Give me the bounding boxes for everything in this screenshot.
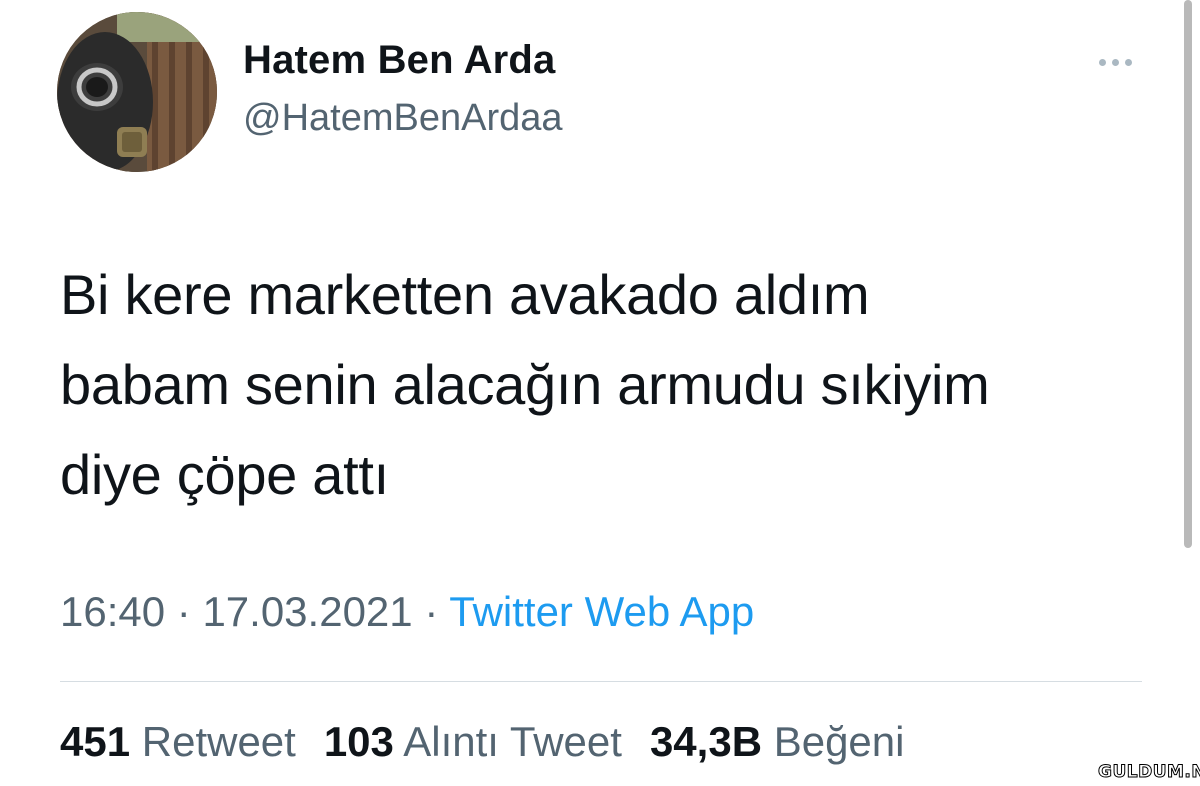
meta-separator: · [165, 588, 203, 635]
more-horizontal-icon [1098, 58, 1106, 66]
tweet-time[interactable]: 16:40 [60, 588, 165, 635]
quotes-label: Alıntı Tweet [403, 718, 622, 765]
more-options-button[interactable] [1090, 44, 1140, 80]
tweet-text-line: babam senin alacağın armudu sıkiyim [60, 353, 990, 416]
tweet-source-link[interactable]: Twitter Web App [449, 588, 754, 635]
tweet-text: Bi kere marketten avakado aldım babam se… [60, 250, 1160, 520]
tweet-text-line: Bi kere marketten avakado aldım [60, 263, 870, 326]
scrollbar[interactable] [1184, 0, 1192, 548]
retweets-stat[interactable]: 451 Retweet [60, 718, 296, 766]
more-horizontal-icon-dot [1111, 58, 1119, 66]
tweet-stats: 451 Retweet 103 Alıntı Tweet 34,3B Beğen… [60, 718, 904, 766]
likes-label: Beğeni [773, 718, 905, 765]
retweets-label: Retweet [141, 718, 296, 765]
tweet-text-line: diye çöpe attı [60, 443, 389, 506]
avatar-image [57, 12, 217, 172]
quotes-count: 103 [323, 718, 394, 765]
retweets-count: 451 [60, 718, 131, 765]
meta-separator: · [412, 588, 450, 635]
divider [60, 681, 1142, 682]
tweet-detail: Hatem Ben Arda @HatemBenArdaa Bi kere ma… [0, 0, 1200, 786]
likes-stat[interactable]: 34,3B Beğeni [650, 718, 905, 766]
display-name[interactable]: Hatem Ben Arda [243, 38, 556, 83]
quotes-stat[interactable]: 103 Alıntı Tweet [324, 718, 622, 766]
tweet-date[interactable]: 17.03.2021 [202, 588, 412, 635]
user-handle[interactable]: @HatemBenArdaa [243, 97, 563, 140]
more-horizontal-icon-dot [1124, 58, 1132, 66]
likes-count: 34,3B [649, 718, 763, 765]
avatar[interactable] [57, 12, 217, 172]
watermark: GULDUM.NET [1097, 762, 1200, 783]
tweet-meta: 16:40 · 17.03.2021 · Twitter Web App [60, 588, 754, 636]
